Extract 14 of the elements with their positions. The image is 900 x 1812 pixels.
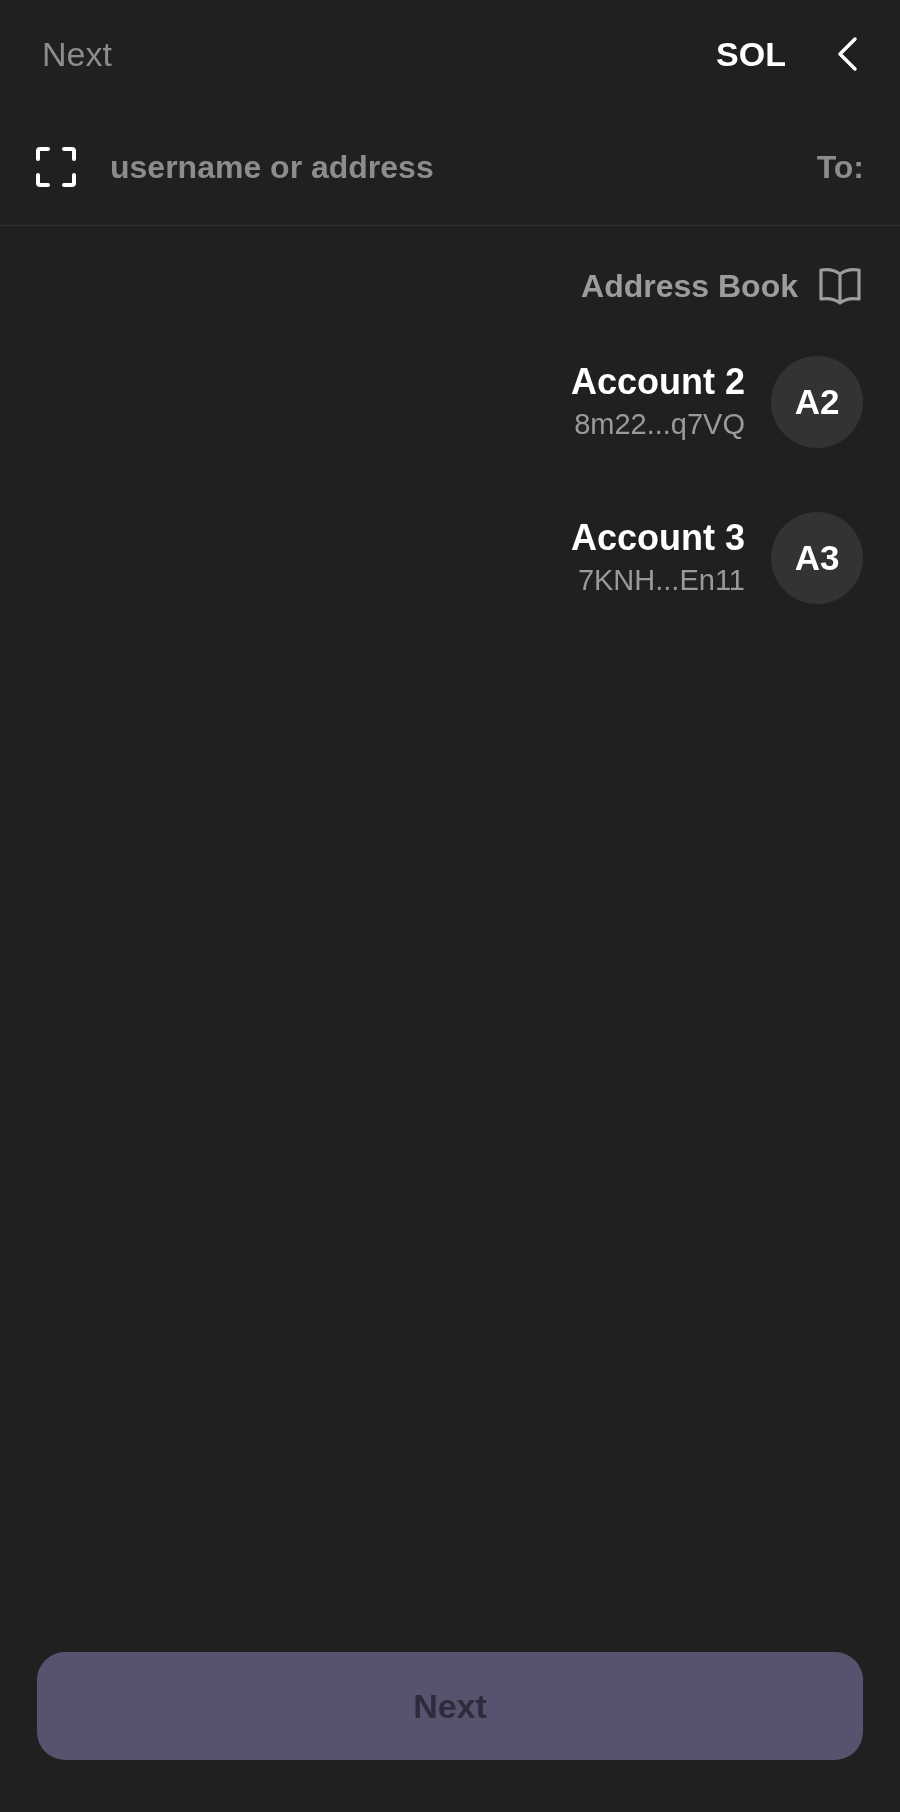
to-label: To:	[816, 147, 864, 187]
next-link[interactable]: Next	[42, 28, 112, 80]
account-address: 7KNH...En11	[577, 563, 745, 598]
back-icon[interactable]	[836, 36, 858, 72]
scan-icon[interactable]	[36, 146, 76, 187]
account-avatar[interactable]: A2	[771, 356, 863, 448]
book-icon[interactable]	[818, 267, 862, 305]
account-name: Account 2	[570, 360, 745, 404]
account-address: 8m22...q7VQ	[574, 407, 745, 442]
account-avatar[interactable]: A3	[771, 512, 863, 604]
token-title: SOL	[716, 33, 786, 75]
address-book-link[interactable]: Address Book	[581, 262, 798, 310]
account-name: Account 3	[570, 516, 745, 560]
address-input[interactable]: username or address	[110, 142, 817, 191]
